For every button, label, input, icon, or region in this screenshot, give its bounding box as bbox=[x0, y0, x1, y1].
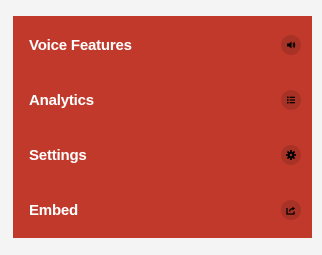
menu-item-label: Voice Features bbox=[29, 36, 132, 54]
list-icon bbox=[281, 90, 301, 110]
share-icon bbox=[281, 200, 301, 220]
menu-item-analytics[interactable]: Analytics bbox=[13, 80, 312, 120]
menu-card: Voice Features Analytics Settings Embed bbox=[13, 16, 312, 238]
menu-item-label: Settings bbox=[29, 146, 87, 164]
menu-item-label: Analytics bbox=[29, 91, 94, 109]
volume-icon bbox=[281, 35, 301, 55]
menu-item-embed[interactable]: Embed bbox=[13, 190, 312, 230]
menu-item-settings[interactable]: Settings bbox=[13, 135, 312, 175]
menu-item-voice-features[interactable]: Voice Features bbox=[13, 25, 312, 65]
menu-item-label: Embed bbox=[29, 201, 79, 219]
gear-icon bbox=[281, 145, 301, 165]
page: Voice Features Analytics Settings Embed bbox=[0, 0, 322, 255]
